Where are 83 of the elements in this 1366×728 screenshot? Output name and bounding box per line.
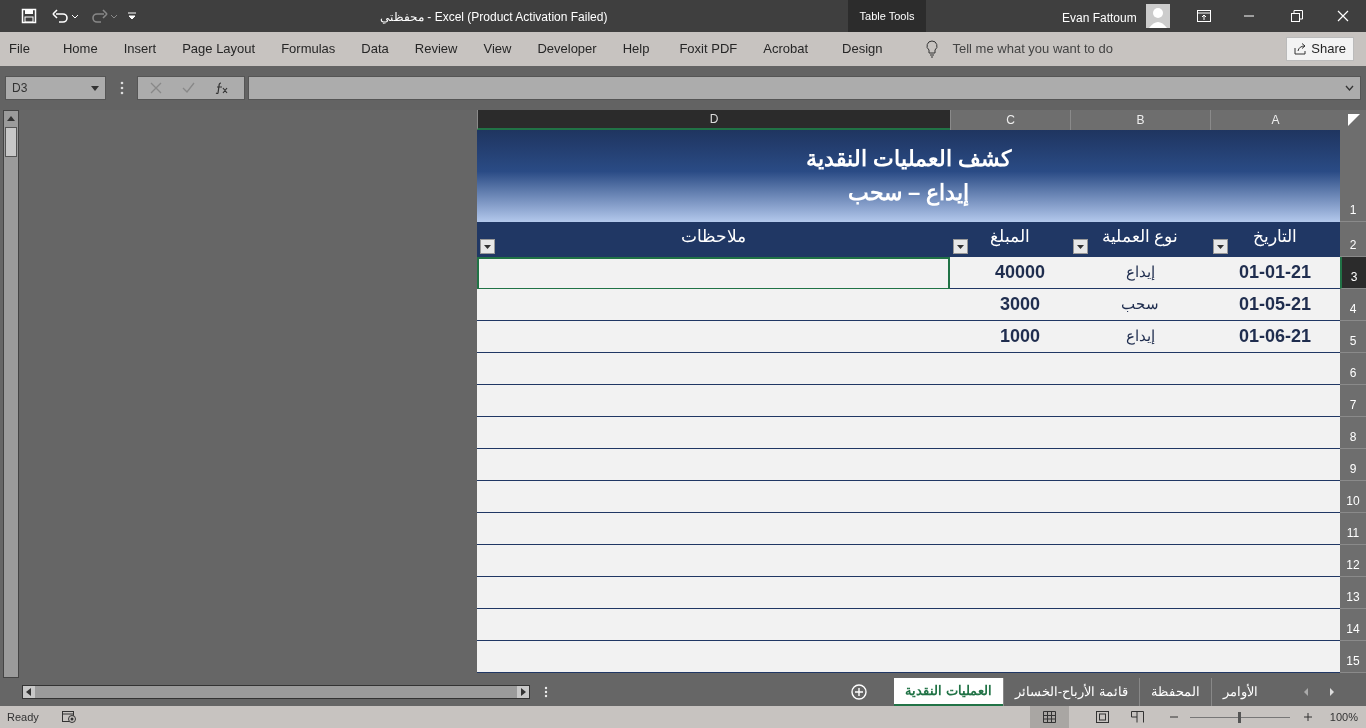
sheet-title: كشف العمليات النقدية [805,145,1012,173]
ribbon-tab[interactable]: Insert [123,39,157,59]
row-header[interactable]: 1 [1340,130,1366,222]
share-button[interactable]: Share [1286,37,1354,61]
row-header[interactable]: 11 [1340,513,1366,545]
table-cell[interactable] [477,257,950,289]
sheet-subtitle: إيداع – سحب [847,179,970,207]
ribbon-tab[interactable]: Help [622,39,650,59]
user-name: Evan Fattoum [1062,10,1137,27]
scroll-thumb[interactable] [5,127,17,157]
normal-view-icon[interactable] [1042,711,1056,723]
customize-icon[interactable] [127,11,137,21]
page-layout-icon[interactable] [1095,711,1109,723]
formula-input[interactable] [248,76,1361,100]
row-header[interactable]: 6 [1340,353,1366,385]
ribbon-tab[interactable]: Page Layout [182,39,256,59]
row-header[interactable]: 12 [1340,545,1366,577]
row-header[interactable]: 2 [1340,222,1366,257]
row-header[interactable]: 5 [1340,321,1366,353]
context-tab-label: Table Tools [848,0,926,32]
zoom-slider-thumb[interactable] [1238,711,1242,723]
header-label: التاريخ [1253,226,1297,249]
expand-icon [1345,85,1354,91]
save-icon[interactable] [21,8,37,24]
window-title: محفظتي - Excel (Product Activation Failed) [380,9,608,26]
ribbon-tab[interactable]: Home [62,39,98,59]
ribbon-tab[interactable]: Foxit PDF [679,39,738,59]
row-header[interactable]: 14 [1340,609,1366,641]
vertical-scrollbar[interactable] [3,110,19,678]
sheet-tab[interactable]: العمليات النقدية [894,678,1003,706]
ribbon-tab[interactable]: Data [361,39,389,59]
ribbon-display-icon[interactable] [1197,10,1211,22]
ribbon-tab[interactable]: Design [842,39,883,59]
column-header[interactable]: D [477,110,950,130]
dropdown-icon [91,85,99,91]
filter-button[interactable] [1213,239,1228,254]
row-header[interactable]: 15 [1340,641,1366,673]
function-icon[interactable] [215,82,229,94]
row-header[interactable]: 3 [1340,257,1366,289]
add-sheet-icon[interactable] [851,684,867,700]
more-icon[interactable] [120,81,124,95]
row-header[interactable]: 7 [1340,385,1366,417]
ribbon-tab[interactable]: View [483,39,512,59]
share-icon [1294,43,1308,55]
next-sheet-icon[interactable] [1328,688,1335,696]
tell-me-field[interactable]: Tell me what you want to do [952,39,1113,59]
row-header[interactable]: 9 [1340,449,1366,481]
page-break-icon[interactable] [1130,711,1144,723]
dropdown-icon [484,244,491,249]
dropdown-icon [1077,244,1084,249]
zoom-level[interactable]: 100% [1329,708,1358,726]
more-icon[interactable] [544,686,548,698]
lightbulb-icon[interactable] [925,40,938,58]
header-label: نوع العملية [1101,226,1179,249]
close-icon[interactable] [1337,10,1349,22]
status-text: Ready [7,709,39,725]
ribbon-tab[interactable]: Review [414,39,458,59]
header-label: المبلغ [990,226,1030,249]
scroll-up-icon[interactable] [7,115,15,121]
row-header[interactable]: 8 [1340,417,1366,449]
row-header[interactable]: 4 [1340,289,1366,321]
undo-icon[interactable] [51,8,79,24]
filter-button[interactable] [1073,239,1088,254]
filter-button[interactable] [480,239,495,254]
ribbon-tab[interactable]: Formulas [281,39,336,59]
redo-icon[interactable] [91,8,119,24]
scroll-left-icon[interactable] [23,686,35,698]
ribbon-tab[interactable]: Developer [537,39,597,59]
restore-icon[interactable] [1291,10,1303,22]
row-header[interactable]: 13 [1340,577,1366,609]
dropdown-icon [1217,244,1224,249]
name-box[interactable]: D3 [5,76,106,100]
file-menu-button[interactable]: File [9,39,30,59]
previous-sheet-icon[interactable] [1302,688,1309,696]
horizontal-scrollbar[interactable] [22,685,530,699]
macro-recording-icon[interactable] [61,711,76,723]
dropdown-icon [957,244,964,249]
ribbon-tab[interactable]: Acrobat [763,39,809,59]
filter-button[interactable] [953,239,968,254]
header-label: ملاحظات [681,226,746,249]
row-header[interactable]: 10 [1340,481,1366,513]
scroll-right-icon[interactable] [517,686,529,698]
zoom-in-icon[interactable] [1303,713,1312,721]
